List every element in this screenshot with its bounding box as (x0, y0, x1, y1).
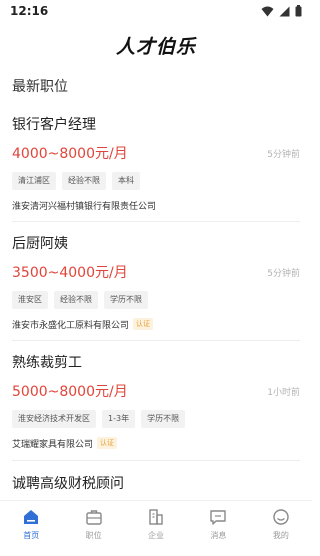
tab-companies[interactable]: 企业 (125, 501, 187, 556)
company-name: 淮安市永盛化工原料有限公司 (12, 320, 130, 331)
app-logo: 人才伯乐 (115, 35, 196, 58)
job-tag: 清江浦区 (12, 172, 56, 190)
job-tag: 淮安区 (12, 291, 48, 309)
job-tag: 学历不限 (141, 410, 186, 428)
divider (12, 340, 300, 341)
job-tags: 淮安区 经验不限 学历不限 (12, 291, 300, 309)
signal-icon (279, 6, 290, 16)
job-card[interactable]: 熟练裁剪工 5000~8000元/月 1小时前 淮安经济技术开发区 1-3年 学… (0, 352, 312, 450)
job-tag: 学历不限 (104, 291, 148, 309)
job-company: 淮安市永盛化工原料有限公司 认证 (12, 317, 300, 331)
job-tags: 清江浦区 经验不限 本科 (12, 172, 300, 190)
job-title: 后厨阿姨 (12, 236, 68, 252)
tab-label: 企业 (148, 531, 165, 540)
tab-label: 职位 (85, 531, 102, 540)
job-tags: 淮安经济技术开发区 1-3年 学历不限 (12, 410, 300, 428)
tab-profile[interactable]: 我的 (250, 501, 312, 556)
company-name: 艾瑞耀家具有限公司 (12, 439, 94, 450)
message-icon (208, 507, 228, 527)
job-salary: 4000~8000元/月 (12, 146, 128, 162)
tab-messages[interactable]: 消息 (187, 501, 249, 556)
company-name: 淮安清河兴福村镇银行有限责任公司 (12, 201, 157, 212)
briefcase-icon (84, 507, 104, 527)
job-tag: 淮安经济技术开发区 (12, 410, 96, 428)
section-title: 最新职位 (12, 79, 68, 95)
job-posted-time: 5分钟前 (267, 268, 300, 279)
tab-label: 首页 (23, 531, 40, 540)
home-icon (21, 507, 41, 527)
tab-label: 我的 (272, 531, 289, 540)
status-icons (261, 5, 302, 17)
bottom-tab-bar: 首页 职位 企业 消息 我的 (0, 500, 312, 556)
divider (12, 221, 300, 222)
job-posted-time: 1小时前 (267, 387, 300, 398)
job-card[interactable]: 诚聘高级财税顾问 (0, 473, 312, 495)
building-icon (146, 507, 166, 527)
job-company: 艾瑞耀家具有限公司 认证 (12, 436, 300, 450)
job-title: 诚聘高级财税顾问 (12, 476, 124, 492)
job-tag: 经验不限 (62, 172, 106, 190)
job-salary: 3500~4000元/月 (12, 265, 128, 281)
verified-badge: 认证 (97, 437, 118, 449)
tab-label: 消息 (210, 531, 227, 540)
divider (12, 460, 300, 461)
battery-icon (295, 5, 302, 17)
tab-home[interactable]: 首页 (0, 501, 62, 556)
header: 人才伯乐 (0, 26, 312, 64)
status-bar: 12:16 (0, 0, 312, 22)
job-posted-time: 5分钟前 (267, 149, 300, 160)
job-title: 熟练裁剪工 (12, 355, 82, 371)
job-card[interactable]: 后厨阿姨 3500~4000元/月 5分钟前 淮安区 经验不限 学历不限 淮安市… (0, 233, 312, 331)
job-tag: 1-3年 (102, 410, 136, 428)
job-company: 淮安清河兴福村镇银行有限责任公司 (12, 198, 300, 212)
wifi-icon (261, 6, 274, 16)
job-card[interactable]: 银行客户经理 4000~8000元/月 5分钟前 清江浦区 经验不限 本科 淮安… (0, 114, 312, 212)
status-time: 12:16 (10, 4, 49, 18)
job-tag: 本科 (112, 172, 140, 190)
tab-jobs[interactable]: 职位 (62, 501, 124, 556)
verified-badge: 认证 (133, 318, 154, 330)
job-salary: 5000~8000元/月 (12, 384, 128, 400)
job-title: 银行客户经理 (12, 117, 96, 133)
job-tag: 经验不限 (54, 291, 98, 309)
profile-icon (271, 507, 291, 527)
